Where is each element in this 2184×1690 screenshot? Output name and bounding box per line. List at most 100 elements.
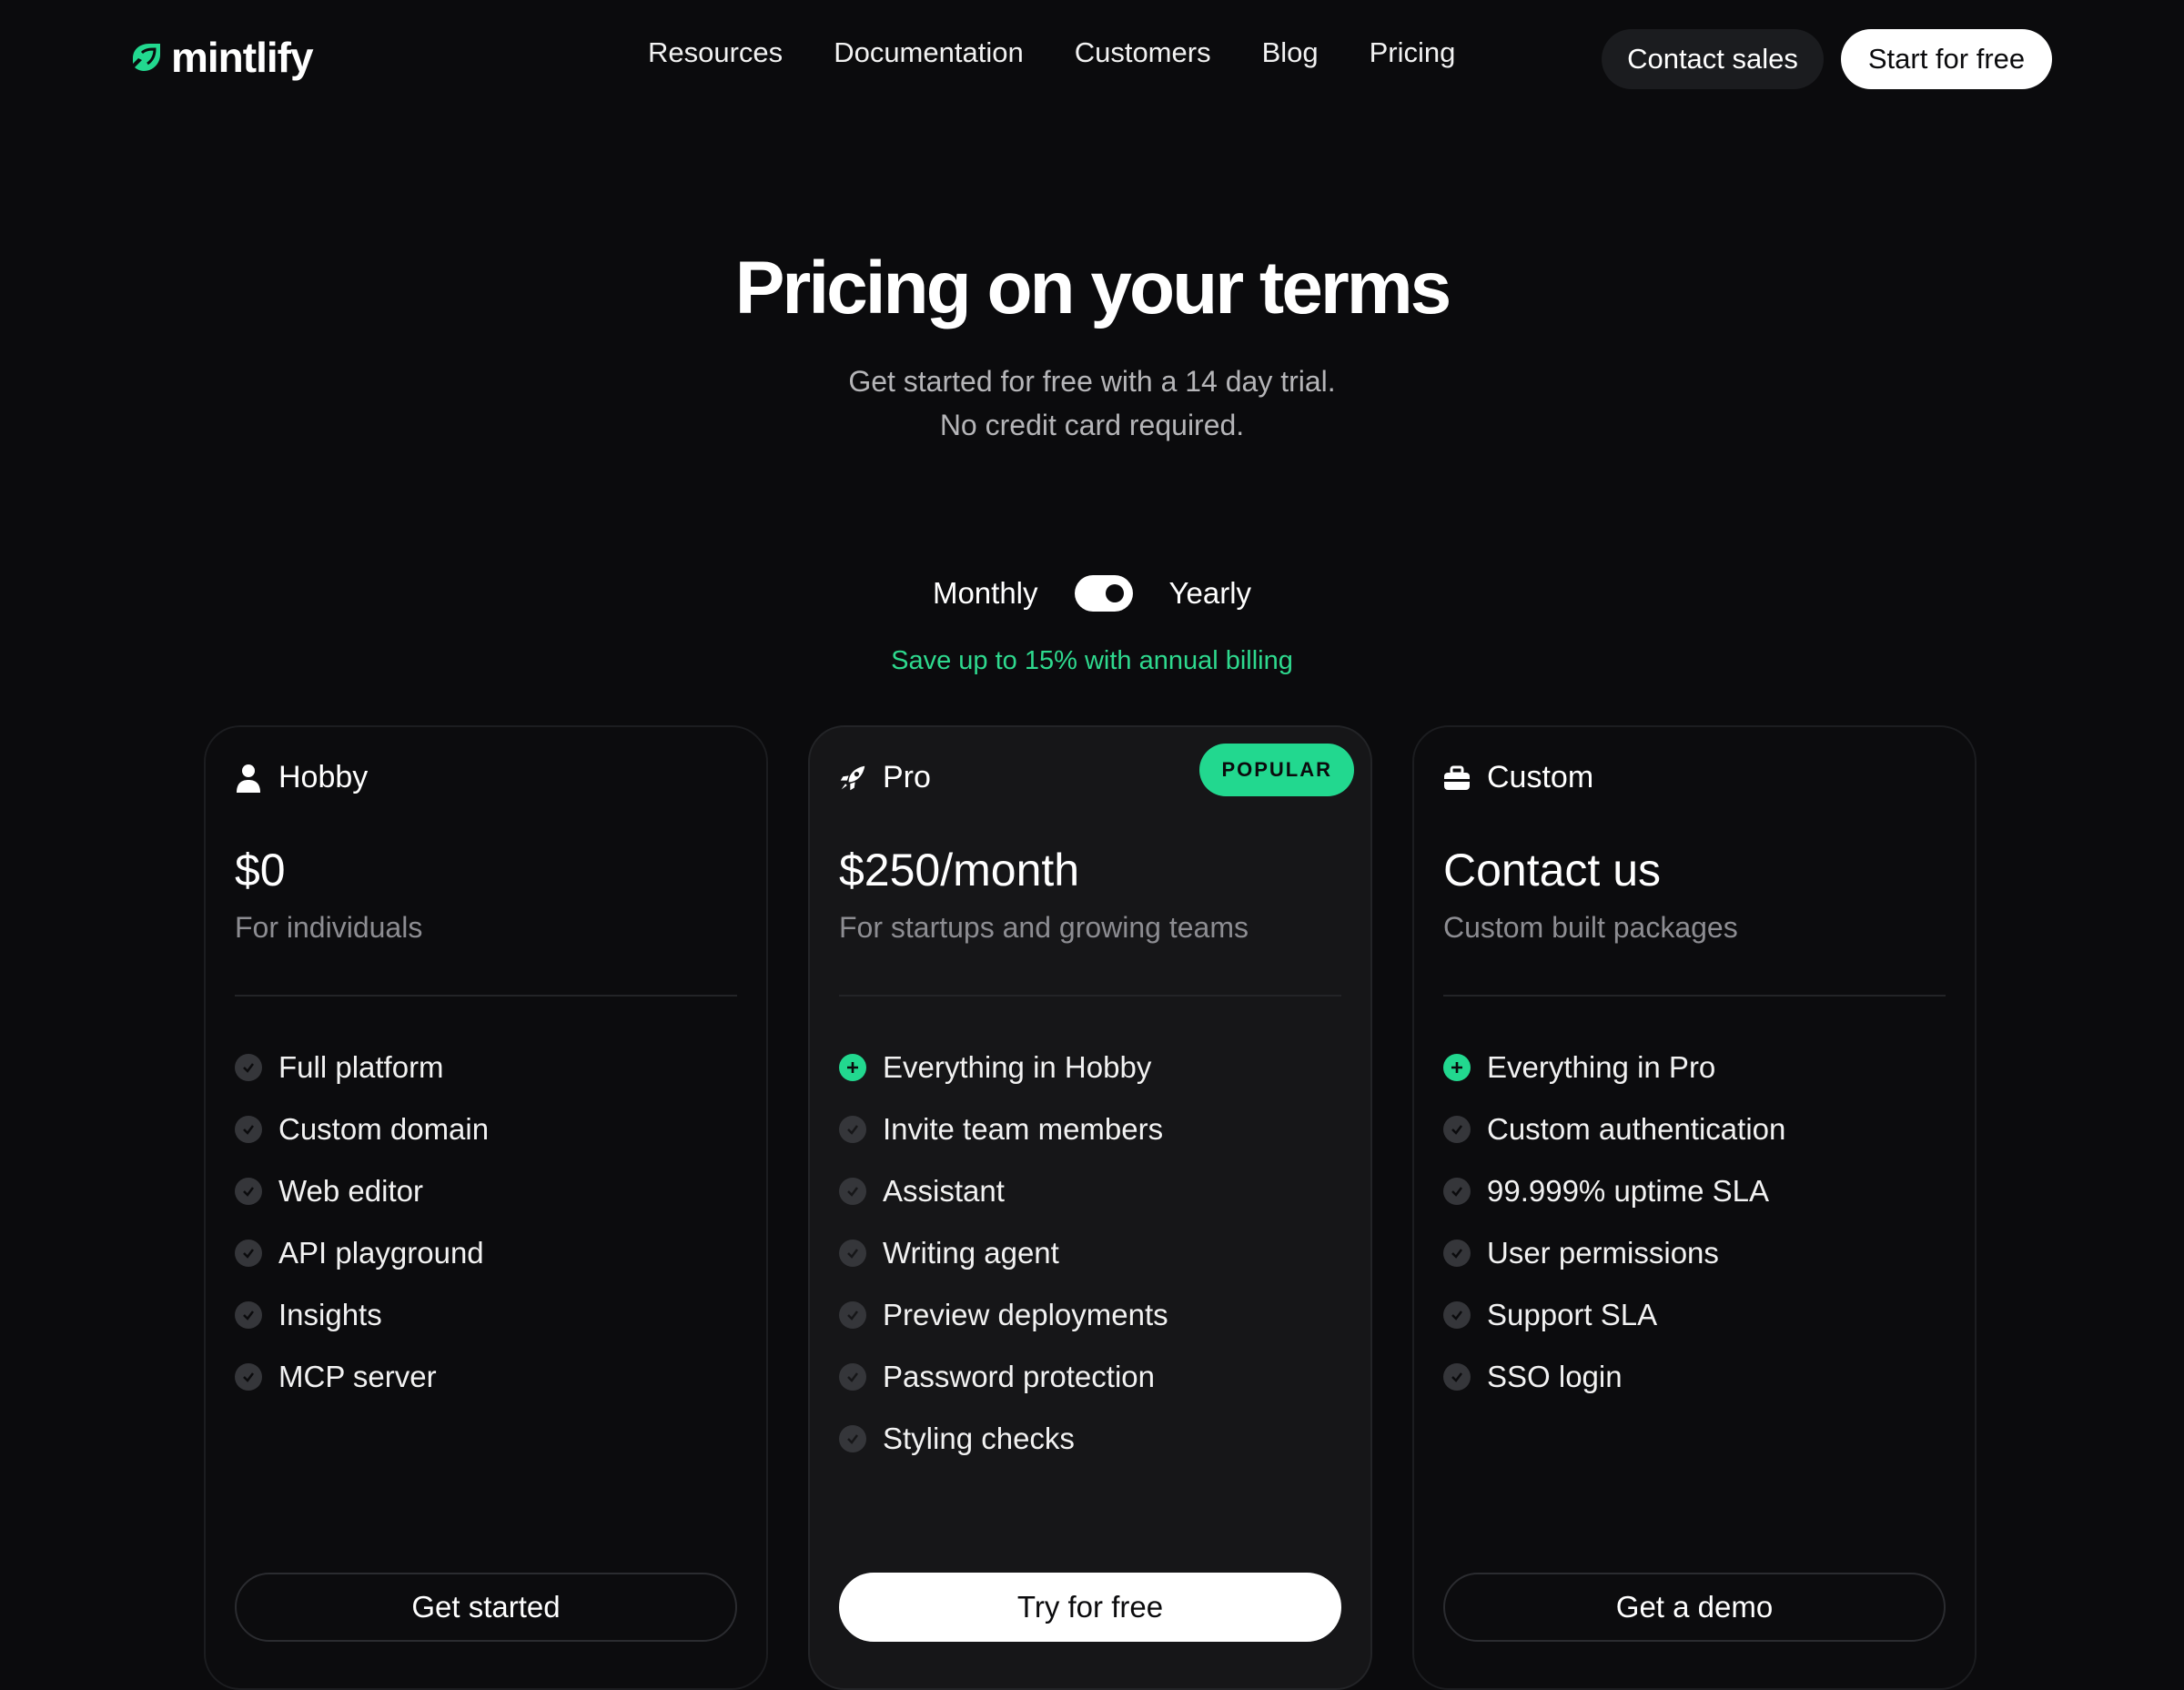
monthly-label[interactable]: Monthly	[933, 576, 1038, 611]
plan-price: $0	[235, 845, 286, 896]
top-navigation: mintlify Resources Documentation Custome…	[0, 0, 2184, 118]
subtitle-line-1: Get started for free with a 14 day trial…	[848, 365, 1336, 398]
divider	[235, 995, 737, 997]
feature-item: MCP server	[235, 1346, 489, 1408]
plan-header: Pro	[839, 760, 931, 795]
feature-text: Insights	[278, 1298, 382, 1331]
check-icon	[839, 1116, 866, 1143]
mintlify-logo[interactable]: mintlify	[129, 33, 314, 82]
feature-text: API playground	[278, 1236, 484, 1270]
briefcase-icon	[1443, 763, 1471, 794]
plan-name: Custom	[1487, 760, 1594, 794]
leaf-logo-icon	[133, 44, 160, 71]
plan-price: Contact us	[1443, 845, 1662, 896]
feature-item: Assistant	[839, 1160, 1168, 1222]
nav-link-blog[interactable]: Blog	[1262, 36, 1319, 69]
start-for-free-button[interactable]: Start for free	[1841, 29, 2052, 89]
billing-toggle[interactable]	[1074, 575, 1133, 612]
feature-text: User permissions	[1487, 1236, 1719, 1270]
check-icon	[235, 1178, 262, 1205]
feature-text: 99.999% uptime SLA	[1487, 1174, 1770, 1208]
feature-list: Full platform Custom domain Web editor A…	[235, 1037, 489, 1408]
feature-item: API playground	[235, 1222, 489, 1284]
plan-card-hobby: Hobby $0 For individuals Full platform C…	[204, 725, 768, 1690]
feature-text: Everything in Hobby	[883, 1050, 1152, 1084]
feature-text: SSO login	[1487, 1360, 1623, 1393]
check-icon	[1443, 1116, 1471, 1143]
check-icon	[235, 1116, 262, 1143]
logo-wordmark: mintlify	[171, 34, 314, 81]
check-icon	[235, 1363, 262, 1391]
popular-badge: POPULAR	[1199, 744, 1354, 796]
feature-item: Everything in Hobby	[839, 1037, 1168, 1098]
feature-text: Custom domain	[278, 1112, 490, 1146]
nav-links: Resources Documentation Customers Blog P…	[648, 36, 1455, 69]
feature-item: Web editor	[235, 1160, 489, 1222]
get-a-demo-button[interactable]: Get a demo	[1443, 1573, 1946, 1642]
feature-text: Styling checks	[883, 1422, 1075, 1455]
feature-item: Styling checks	[839, 1408, 1168, 1470]
toggle-knob	[1105, 584, 1124, 602]
plan-name: Pro	[883, 760, 931, 794]
check-icon	[1443, 1240, 1471, 1267]
check-icon	[235, 1301, 262, 1329]
feature-text: Preview deployments	[883, 1298, 1168, 1331]
contact-sales-button[interactable]: Contact sales	[1602, 29, 1824, 89]
billing-period-switch: Monthly Yearly	[0, 575, 2184, 612]
user-icon	[235, 763, 262, 794]
divider	[1443, 995, 1946, 997]
feature-item: Custom authentication	[1443, 1098, 1785, 1160]
plan-name: Hobby	[278, 760, 369, 794]
feature-item: Everything in Pro	[1443, 1037, 1785, 1098]
feature-item: Full platform	[235, 1037, 489, 1098]
yearly-label[interactable]: Yearly	[1169, 576, 1252, 611]
feature-item: Custom domain	[235, 1098, 489, 1160]
feature-list: Everything in Hobby Invite team members …	[839, 1037, 1168, 1470]
plan-description: For individuals	[235, 911, 423, 944]
rocket-icon	[839, 763, 866, 794]
check-icon	[839, 1178, 866, 1205]
check-icon	[235, 1054, 262, 1081]
feature-text: Writing agent	[883, 1236, 1059, 1270]
nav-link-documentation[interactable]: Documentation	[834, 36, 1024, 69]
nav-link-pricing[interactable]: Pricing	[1370, 36, 1456, 69]
feature-text: MCP server	[278, 1360, 437, 1393]
check-icon	[1443, 1301, 1471, 1329]
feature-text: Custom authentication	[1487, 1112, 1786, 1146]
feature-text: Assistant	[883, 1174, 1005, 1208]
feature-item: Preview deployments	[839, 1284, 1168, 1346]
feature-item: Insights	[235, 1284, 489, 1346]
nav-link-customers[interactable]: Customers	[1075, 36, 1211, 69]
plan-card-pro: Pro POPULAR $250/month For startups and …	[808, 725, 1372, 1690]
check-icon	[1443, 1178, 1471, 1205]
plan-header: Custom	[1443, 760, 1593, 795]
check-icon	[1443, 1363, 1471, 1391]
feature-item: SSO login	[1443, 1346, 1785, 1408]
feature-text: Full platform	[278, 1050, 444, 1084]
page-title: Pricing on your terms	[734, 247, 1452, 329]
page-subtitle: Get started for free with a 14 day trial…	[0, 359, 2184, 447]
check-icon	[235, 1240, 262, 1267]
nav-link-resources[interactable]: Resources	[648, 36, 783, 69]
plus-icon	[1443, 1054, 1471, 1081]
plus-icon	[839, 1054, 866, 1081]
feature-text: Web editor	[278, 1174, 423, 1208]
plan-price: $250/month	[839, 845, 1080, 896]
feature-item: Support SLA	[1443, 1284, 1785, 1346]
plan-header: Hobby	[235, 760, 368, 795]
feature-text: Everything in Pro	[1487, 1050, 1716, 1084]
get-started-button[interactable]: Get started	[235, 1573, 737, 1642]
plan-card-custom: Custom Contact us Custom built packages …	[1412, 725, 1977, 1690]
feature-list: Everything in Pro Custom authentication …	[1443, 1037, 1785, 1408]
check-icon	[839, 1363, 866, 1391]
feature-item: User permissions	[1443, 1222, 1785, 1284]
subtitle-line-2: No credit card required.	[939, 409, 1245, 441]
feature-item: Password protection	[839, 1346, 1168, 1408]
feature-text: Invite team members	[883, 1112, 1164, 1146]
try-for-free-button[interactable]: Try for free	[839, 1573, 1341, 1642]
check-icon	[839, 1425, 866, 1452]
feature-text: Support SLA	[1487, 1298, 1658, 1331]
annual-savings-note: Save up to 15% with annual billing	[891, 646, 1293, 675]
feature-text: Password protection	[883, 1360, 1155, 1393]
feature-item: Invite team members	[839, 1098, 1168, 1160]
